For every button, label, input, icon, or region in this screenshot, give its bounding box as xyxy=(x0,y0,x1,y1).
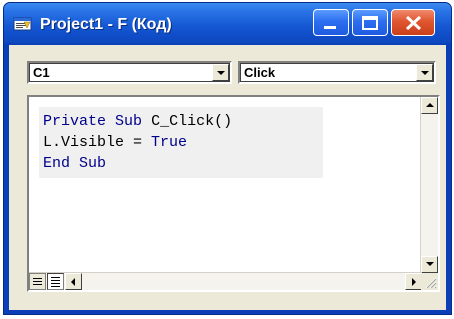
vb-code-window-icon[interactable] xyxy=(13,16,33,32)
close-button[interactable] xyxy=(391,9,435,36)
vertical-scrollbar[interactable] xyxy=(420,97,438,273)
code-block[interactable]: Private Sub C_Click() L.Visible = True E… xyxy=(39,107,323,178)
code-window: Project1 - F (Код) C1 Click Private Sub … xyxy=(3,2,452,315)
procedure-combo[interactable]: Click xyxy=(238,61,436,84)
title-bar[interactable]: Project1 - F (Код) xyxy=(4,3,451,43)
window-title: Project1 - F (Код) xyxy=(40,16,172,33)
code-editor[interactable]: Private Sub C_Click() L.Visible = True E… xyxy=(27,95,440,292)
code-line-3: End Sub xyxy=(43,155,106,172)
code-window-client: C1 Click Private Sub C_Click() L.Visible… xyxy=(9,45,446,310)
procedure-view-icon[interactable] xyxy=(29,273,46,290)
keyword-private: Private xyxy=(43,113,107,130)
size-grip-icon[interactable] xyxy=(421,273,438,290)
minimize-icon xyxy=(324,26,336,29)
maximize-button[interactable] xyxy=(352,9,388,36)
object-combo[interactable]: C1 xyxy=(27,61,232,84)
scroll-right-icon[interactable] xyxy=(405,273,422,290)
code-line-1: Private Sub C_Click() xyxy=(43,113,232,130)
keyword-sub: Sub xyxy=(115,113,143,130)
code-line-2: L.Visible = True xyxy=(43,134,187,151)
horizontal-scrollbar[interactable] xyxy=(29,272,422,290)
keyword-end: End xyxy=(43,155,71,172)
scroll-up-icon[interactable] xyxy=(421,97,438,114)
assignment-text: L.Visible = xyxy=(43,134,152,151)
object-combo-value: C1 xyxy=(33,65,50,80)
scroll-down-icon[interactable] xyxy=(421,256,438,273)
keyword-true: True xyxy=(151,134,188,151)
close-icon xyxy=(405,15,422,31)
procedure-combo-value: Click xyxy=(244,65,276,80)
maximize-icon xyxy=(362,16,378,30)
keyword-sub-end: Sub xyxy=(79,155,107,172)
object-combo-dropdown-icon[interactable] xyxy=(212,64,229,81)
procedure-name: C_Click() xyxy=(151,113,233,130)
scroll-left-icon[interactable] xyxy=(65,273,82,290)
minimize-button[interactable] xyxy=(313,9,349,36)
procedure-combo-dropdown-icon[interactable] xyxy=(416,64,433,81)
full-module-view-icon[interactable] xyxy=(47,273,64,290)
